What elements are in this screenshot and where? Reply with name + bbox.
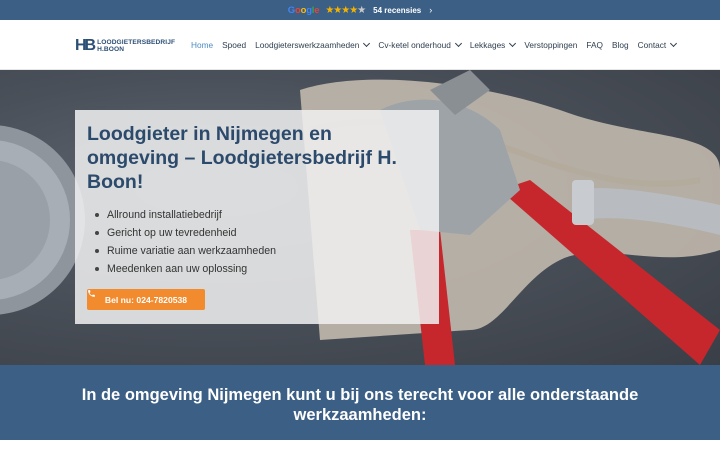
- nav-label: Contact: [637, 40, 667, 50]
- review-bar[interactable]: Google ★★★★★ 54 recensies ›: [0, 0, 720, 20]
- nav-item-blog[interactable]: Blog: [612, 40, 629, 50]
- nav-item-faq[interactable]: FAQ: [586, 40, 603, 50]
- nav-item-lekkages[interactable]: Lekkages: [469, 39, 517, 50]
- nav-label: Blog: [612, 40, 629, 50]
- nav-label: Home: [191, 40, 214, 50]
- site-logo[interactable]: HB LOODGIETERSBEDRIJF H.BOON: [75, 37, 175, 55]
- google-logo: Google: [288, 5, 320, 16]
- chevron-down-icon: [509, 39, 517, 48]
- main-menu: Home Spoed Loodgieterswerkzaamheden Cv-k…: [191, 20, 678, 70]
- hero-card: Loodgieter in Nijmegen en omgeving – Loo…: [75, 110, 439, 324]
- nav-label: Lekkages: [469, 40, 506, 50]
- nav-item-contact[interactable]: Contact: [637, 39, 678, 50]
- list-item: Allround installatiebedrijf: [95, 206, 276, 224]
- list-item: Meedenken aan uw oplossing: [95, 260, 276, 278]
- hero-section: Loodgieter in Nijmegen en omgeving – Loo…: [0, 70, 720, 365]
- hero-title: Loodgieter in Nijmegen en omgeving – Loo…: [87, 123, 397, 193]
- reviews-count[interactable]: 54 recensies: [373, 6, 421, 15]
- nav-item-cv-ketel-onderhoud[interactable]: Cv-ketel onderhoud: [378, 39, 462, 50]
- logo-line-1: LOODGIETERSBEDRIJF: [97, 39, 176, 46]
- nav-item-verstoppingen[interactable]: Verstoppingen: [524, 40, 577, 50]
- nav-label: Loodgieterswerkzaamheden: [255, 40, 360, 50]
- google-letter: e: [314, 4, 320, 16]
- hero-bullet-list: Allround installatiebedrijf Gericht op u…: [95, 206, 276, 278]
- page-bottom: [0, 440, 720, 450]
- nav-item-spoed[interactable]: Spoed: [222, 40, 246, 50]
- logo-text: LOODGIETERSBEDRIJF H.BOON: [97, 39, 175, 53]
- chevron-down-icon: [454, 39, 462, 48]
- nav-item-loodgieterswerkzaamheden[interactable]: Loodgieterswerkzaamheden: [255, 39, 371, 50]
- nav-label: Cv-ketel onderhoud: [378, 40, 451, 50]
- phone-icon: [88, 290, 95, 297]
- rating-stars: ★★★★★: [325, 4, 366, 16]
- logo-line-2: H.BOON: [97, 46, 125, 53]
- main-header: HB LOODGIETERSBEDRIJF H.BOON Home Spoed …: [0, 20, 720, 70]
- nav-item-home[interactable]: Home: [191, 40, 213, 50]
- list-item: Gericht op uw tevredenheid: [95, 224, 276, 242]
- call-now-button[interactable]: Bel nu: 024-7820538: [87, 289, 205, 310]
- nav-label: FAQ: [586, 40, 604, 50]
- chevron-right-icon[interactable]: ›: [429, 5, 432, 15]
- services-intro-heading: In de omgeving Nijmegen kunt u bij ons t…: [81, 386, 639, 424]
- chevron-down-icon: [363, 39, 371, 48]
- logo-mark: HB: [75, 37, 96, 54]
- services-intro-band: In de omgeving Nijmegen kunt u bij ons t…: [0, 365, 720, 440]
- chevron-down-icon: [670, 39, 678, 48]
- google-letter: G: [287, 4, 295, 16]
- nav-label: Spoed: [222, 40, 247, 50]
- call-now-label: Bel nu: 024-7820538: [104, 294, 188, 305]
- nav-label: Verstoppingen: [524, 40, 578, 50]
- list-item: Ruime variatie aan werkzaamheden: [95, 242, 276, 260]
